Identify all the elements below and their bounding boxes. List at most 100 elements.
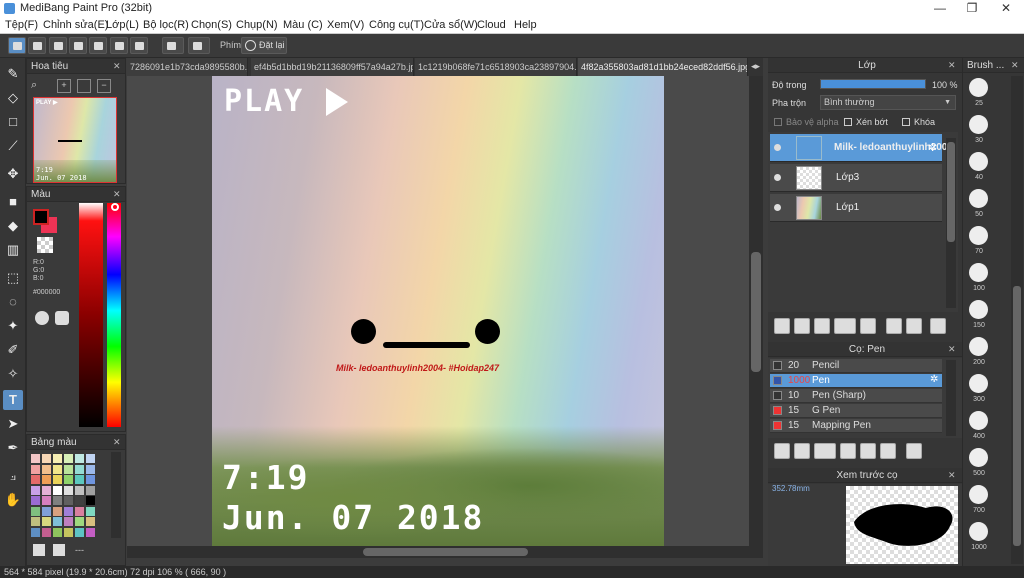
folder-icon[interactable] [860,318,876,334]
palette-swatch[interactable] [31,496,40,505]
palette-swatch[interactable] [86,517,95,526]
tab-scroll-icon[interactable]: ◂▸ [751,61,760,72]
palette-new-icon[interactable] [33,544,45,556]
palette-swatch[interactable] [86,485,95,495]
brush-copy-icon[interactable] [840,443,856,459]
close-button[interactable]: ✕ [990,0,1022,17]
close-icon[interactable]: ✕ [948,342,956,357]
cloud-sync-icon[interactable] [8,37,26,54]
palette-swatch[interactable] [86,527,95,537]
hue-slider[interactable] [107,203,121,427]
tab-document-1[interactable]: 7286091e1b73cda9895580b.jpg [127,58,248,76]
palette-swatch[interactable] [53,506,62,516]
palette-swatch[interactable] [75,527,84,537]
palette-swatch[interactable] [86,496,95,505]
dropper-tool-icon[interactable]: ✒ [3,438,23,458]
palette-swatch[interactable] [31,527,40,537]
brush-size-dot[interactable] [969,300,988,319]
brush-add-dropdown-icon[interactable] [814,443,836,459]
clipping-checkbox[interactable] [844,118,852,126]
share-icon[interactable] [28,37,46,54]
menu-select[interactable]: Chọn(S) [191,19,232,31]
palette-swatch[interactable] [86,464,95,474]
canvas-area[interactable]: PLAY Milk- ledoanthuylinh2004- #Hoidap24… [127,76,763,546]
brush-size-scroll-thumb[interactable] [1013,286,1021,546]
zoom-search-icon[interactable]: ⌕ [31,79,45,93]
palette-swatch[interactable] [75,485,84,495]
palette-swatch[interactable] [75,464,84,474]
horizontal-scroll-thumb[interactable] [363,548,528,556]
eyedropper-tool-icon[interactable]: ⟓ [3,466,23,486]
menu-filter[interactable]: Bộ lọc(R) [143,19,189,31]
palette-swatch[interactable] [75,475,84,484]
palette-swatch[interactable] [86,506,95,516]
palette-swatch[interactable] [75,496,84,505]
magic-wand-tool-icon[interactable]: ✦ [3,316,23,336]
select-pen-tool-icon[interactable]: ✐ [3,340,23,360]
gradient-tool-icon[interactable]: ▥ [3,240,23,260]
color-wheel-icon[interactable] [35,311,49,325]
line-tool-icon[interactable]: ⟋ [3,136,23,156]
palette-swatch[interactable] [42,496,51,505]
palette-swatch[interactable] [42,506,51,516]
palette-swatch[interactable] [53,527,62,537]
bucket-tool-icon[interactable]: ◆ [3,216,23,236]
menu-layer[interactable]: Lớp(L) [106,19,139,31]
brush-size-dot[interactable] [969,411,988,430]
palette-swatch[interactable] [53,496,62,505]
blend-mode-select[interactable]: Bình thường ▼ [820,95,956,110]
palette-swatch[interactable] [64,506,73,516]
protect-alpha-checkbox[interactable] [774,118,782,126]
palette-swatch[interactable] [86,454,95,463]
select-rect-tool-icon[interactable]: ⬚ [3,268,23,288]
palette-swatch[interactable] [42,454,51,463]
operation-tool-icon[interactable]: ➤ [3,414,23,434]
new-layer-icon[interactable] [774,318,790,334]
palette-swatch[interactable] [75,454,84,463]
menu-edit[interactable]: Chỉnh sửa(E) [43,19,108,31]
brush-size-dot[interactable] [969,152,988,171]
reset-button[interactable]: Đặt lại [241,37,287,54]
menu-cloud[interactable]: Cloud [477,19,506,31]
canvas-vertical-scrollbar[interactable] [749,76,763,546]
brush-size-dot[interactable] [969,374,988,393]
lasso-tool-icon[interactable]: ◌ [3,292,23,312]
fit-icon[interactable] [77,79,91,93]
brush-size-dot[interactable] [969,115,988,134]
hand-tool-icon[interactable]: ✋ [3,490,23,510]
eraser-tool-icon[interactable]: ◇ [3,88,23,108]
palette-swatch[interactable] [86,475,95,484]
select-eraser-tool-icon[interactable]: ✧ [3,364,23,384]
transparent-color-swatch[interactable] [37,237,53,253]
palette-swatch[interactable] [42,475,51,484]
palette-swatch[interactable] [64,475,73,484]
menu-view[interactable]: Xem(V) [327,19,364,31]
menu-file[interactable]: Tệp(F) [5,19,38,31]
list-icon[interactable] [110,37,128,54]
brush-download-icon[interactable] [774,443,790,459]
new-8bit-layer-icon[interactable] [814,318,830,334]
redo-icon[interactable] [188,37,210,54]
visibility-eye-icon[interactable] [774,204,781,211]
palette-swatch[interactable] [31,506,40,516]
palette-swatch[interactable] [53,517,62,526]
palette-swatch[interactable] [64,496,73,505]
layer-item-lop3[interactable]: Lớp3 [770,164,942,192]
palette-swatch[interactable] [64,454,73,463]
close-icon[interactable]: ✕ [1011,58,1019,73]
brush-size-dot[interactable] [969,522,988,541]
layer-scrollbar[interactable] [946,138,956,308]
maximize-button[interactable]: ❐ [956,0,988,17]
palette-swatch[interactable] [31,517,40,526]
close-icon[interactable]: ✕ [113,187,121,202]
palette-swatch[interactable] [64,517,73,526]
foreground-color-swatch[interactable] [33,209,49,225]
palette-swatch[interactable] [64,527,73,537]
brush-list-scrollbar[interactable] [946,360,956,436]
palette-swatch[interactable] [64,464,73,474]
layer-item-lop1[interactable]: Lớp1 [770,194,942,222]
palette-swatch[interactable] [64,485,73,495]
palette-swatch[interactable] [42,485,51,495]
opacity-slider[interactable] [820,79,926,89]
brush-new-icon[interactable] [794,443,810,459]
